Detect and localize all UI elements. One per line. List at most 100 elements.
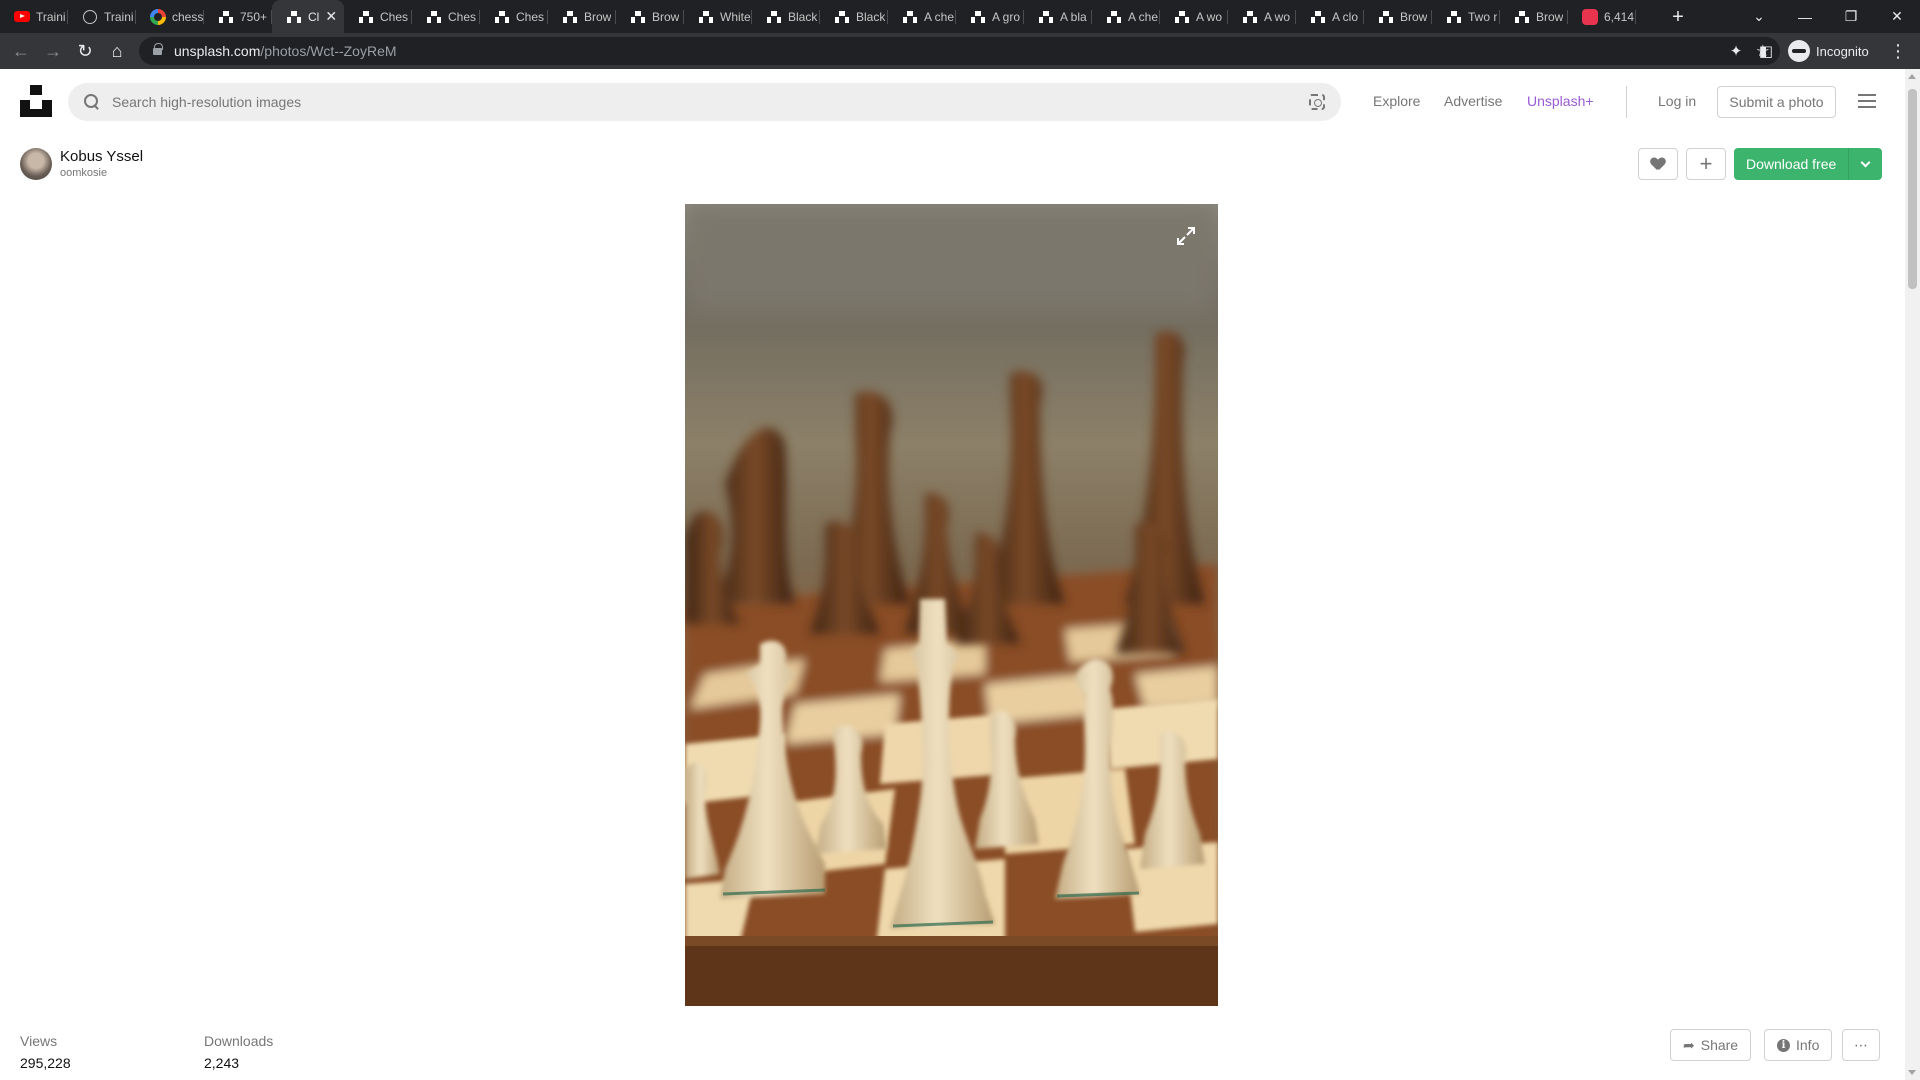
- scroll-up-icon[interactable]: [1908, 74, 1916, 79]
- browser-menu-icon[interactable]: ⋮: [1884, 37, 1912, 65]
- unsplash-icon: [1106, 9, 1122, 25]
- scroll-down-icon[interactable]: [1908, 1070, 1916, 1075]
- browser-tab[interactable]: Black: [820, 0, 888, 33]
- unsplash-icon: [358, 9, 374, 25]
- side-panel-icon[interactable]: ◧: [1752, 37, 1780, 65]
- download-options-button[interactable]: [1848, 148, 1883, 180]
- browser-tab[interactable]: Black: [752, 0, 820, 33]
- share-button[interactable]: ➦ Share: [1670, 1029, 1752, 1061]
- avatar[interactable]: [20, 148, 52, 180]
- nav-divider: [1626, 86, 1627, 118]
- home-icon[interactable]: ⌂: [103, 37, 131, 65]
- unsplash-icon: [562, 9, 578, 25]
- search-icon[interactable]: [84, 94, 100, 110]
- nav-explore[interactable]: Explore: [1373, 93, 1420, 109]
- more-actions-button[interactable]: ⋯: [1842, 1029, 1880, 1061]
- info-label: Info: [1796, 1037, 1820, 1053]
- browser-tab[interactable]: 750+: [204, 0, 272, 33]
- visual-search-icon[interactable]: [1309, 94, 1325, 110]
- browser-tab[interactable]: Brow: [616, 0, 684, 33]
- views-label: Views: [20, 1033, 58, 1049]
- tab-title: Traini: [104, 9, 134, 24]
- unsplash-icon: [834, 9, 850, 25]
- add-to-collection-button[interactable]: +: [1686, 148, 1726, 180]
- minimize-icon[interactable]: —: [1782, 0, 1828, 33]
- nav-unsplash-plus[interactable]: Unsplash+: [1527, 93, 1594, 109]
- browser-tab[interactable]: Ches: [412, 0, 480, 33]
- scrollbar-thumb[interactable]: [1908, 89, 1917, 289]
- submit-photo-button[interactable]: Submit a photo: [1717, 86, 1836, 118]
- like-button[interactable]: [1638, 148, 1678, 180]
- chevron-down-icon: [1860, 157, 1871, 167]
- plus-icon: +: [1699, 151, 1713, 176]
- forward-icon[interactable]: →: [39, 37, 67, 65]
- browser-tab[interactable]: White: [684, 0, 752, 33]
- info-icon: i: [1777, 1038, 1790, 1052]
- unsplash-icon: [698, 9, 714, 25]
- author-info[interactable]: Kobus Yssel oomkosie: [20, 148, 143, 180]
- unsplash-icon: [286, 9, 302, 25]
- incognito-profile[interactable]: Incognito: [1788, 37, 1869, 65]
- unsplash-icon: [1378, 9, 1394, 25]
- browser-tab[interactable]: A clo: [1296, 0, 1364, 33]
- browser-tab[interactable]: A bla: [1024, 0, 1092, 33]
- search-input[interactable]: [112, 94, 1252, 110]
- info-button[interactable]: i Info: [1764, 1029, 1833, 1061]
- tab-search-icon[interactable]: ⌄: [1736, 0, 1782, 33]
- unsplash-icon: [426, 9, 442, 25]
- tab-title: Ches: [516, 9, 545, 24]
- browser-tab[interactable]: Brow: [1500, 0, 1568, 33]
- tab-title: Traini: [36, 9, 66, 24]
- google-icon: [150, 8, 166, 25]
- expand-icon[interactable]: [1174, 224, 1198, 248]
- close-window-icon[interactable]: ✕: [1874, 0, 1920, 33]
- unsplash-icon: [1514, 9, 1530, 25]
- browser-tab[interactable]: Brow: [1364, 0, 1432, 33]
- hamburger-menu-icon[interactable]: [1858, 94, 1876, 108]
- tab-title: chess: [172, 9, 204, 24]
- browser-tab[interactable]: Traini: [0, 0, 68, 33]
- browser-tab[interactable]: Brow: [548, 0, 616, 33]
- browser-tab[interactable]: A wo: [1228, 0, 1296, 33]
- back-icon[interactable]: ←: [7, 37, 35, 65]
- browser-tab[interactable]: Traini: [68, 0, 136, 33]
- browser-tab[interactable]: Ches: [344, 0, 412, 33]
- extensions-icon[interactable]: ✦: [1722, 37, 1750, 65]
- login-link[interactable]: Log in: [1658, 93, 1696, 109]
- browser-tab[interactable]: A wo: [1160, 0, 1228, 33]
- download-button[interactable]: Download free: [1734, 148, 1849, 180]
- page-scrollbar[interactable]: [1905, 69, 1920, 1080]
- address-bar[interactable]: unsplash.com/photos/Wct--ZoyReM ☆: [139, 37, 1780, 65]
- views-stat: Views 295,228: [20, 1032, 71, 1072]
- photo[interactable]: [685, 204, 1218, 1006]
- unsplash-icon: [1038, 9, 1054, 25]
- close-tab-icon[interactable]: ✕: [325, 8, 337, 25]
- browser-tab[interactable]: A gro: [956, 0, 1024, 33]
- tab-active[interactable]: Cl ✕: [272, 0, 344, 33]
- browser-tab[interactable]: A che: [888, 0, 956, 33]
- browser-tab[interactable]: A che: [1092, 0, 1160, 33]
- tab-title: A clo: [1332, 9, 1359, 24]
- heart-icon: [1651, 158, 1665, 171]
- browser-tab[interactable]: Ches: [480, 0, 548, 33]
- tab-title: Black: [788, 9, 818, 24]
- tab-title: 750+: [240, 9, 268, 24]
- chess-photo-image: [685, 204, 1218, 1006]
- restore-icon[interactable]: ❐: [1828, 0, 1874, 33]
- tab-title: A che: [924, 9, 955, 24]
- tab-title: Ches: [380, 9, 409, 24]
- search-bar[interactable]: [68, 83, 1341, 121]
- new-tab-button[interactable]: +: [1664, 3, 1692, 31]
- unsplash-page: Explore Advertise Unsplash+ Log in Submi…: [0, 69, 1905, 1080]
- reload-icon[interactable]: ↻: [71, 37, 99, 65]
- nav-advertise[interactable]: Advertise: [1444, 93, 1502, 109]
- browser-tab[interactable]: chess: [136, 0, 204, 33]
- unsplash-logo[interactable]: [20, 85, 52, 117]
- incognito-icon: [1788, 40, 1810, 62]
- tab-title: Two r: [1468, 9, 1498, 24]
- author-name[interactable]: Kobus Yssel: [60, 148, 143, 166]
- views-value: 295,228: [20, 1055, 71, 1071]
- browser-tab[interactable]: Two r: [1432, 0, 1500, 33]
- tab-title: Cl: [308, 9, 320, 24]
- browser-tab[interactable]: 6,414: [1568, 0, 1636, 33]
